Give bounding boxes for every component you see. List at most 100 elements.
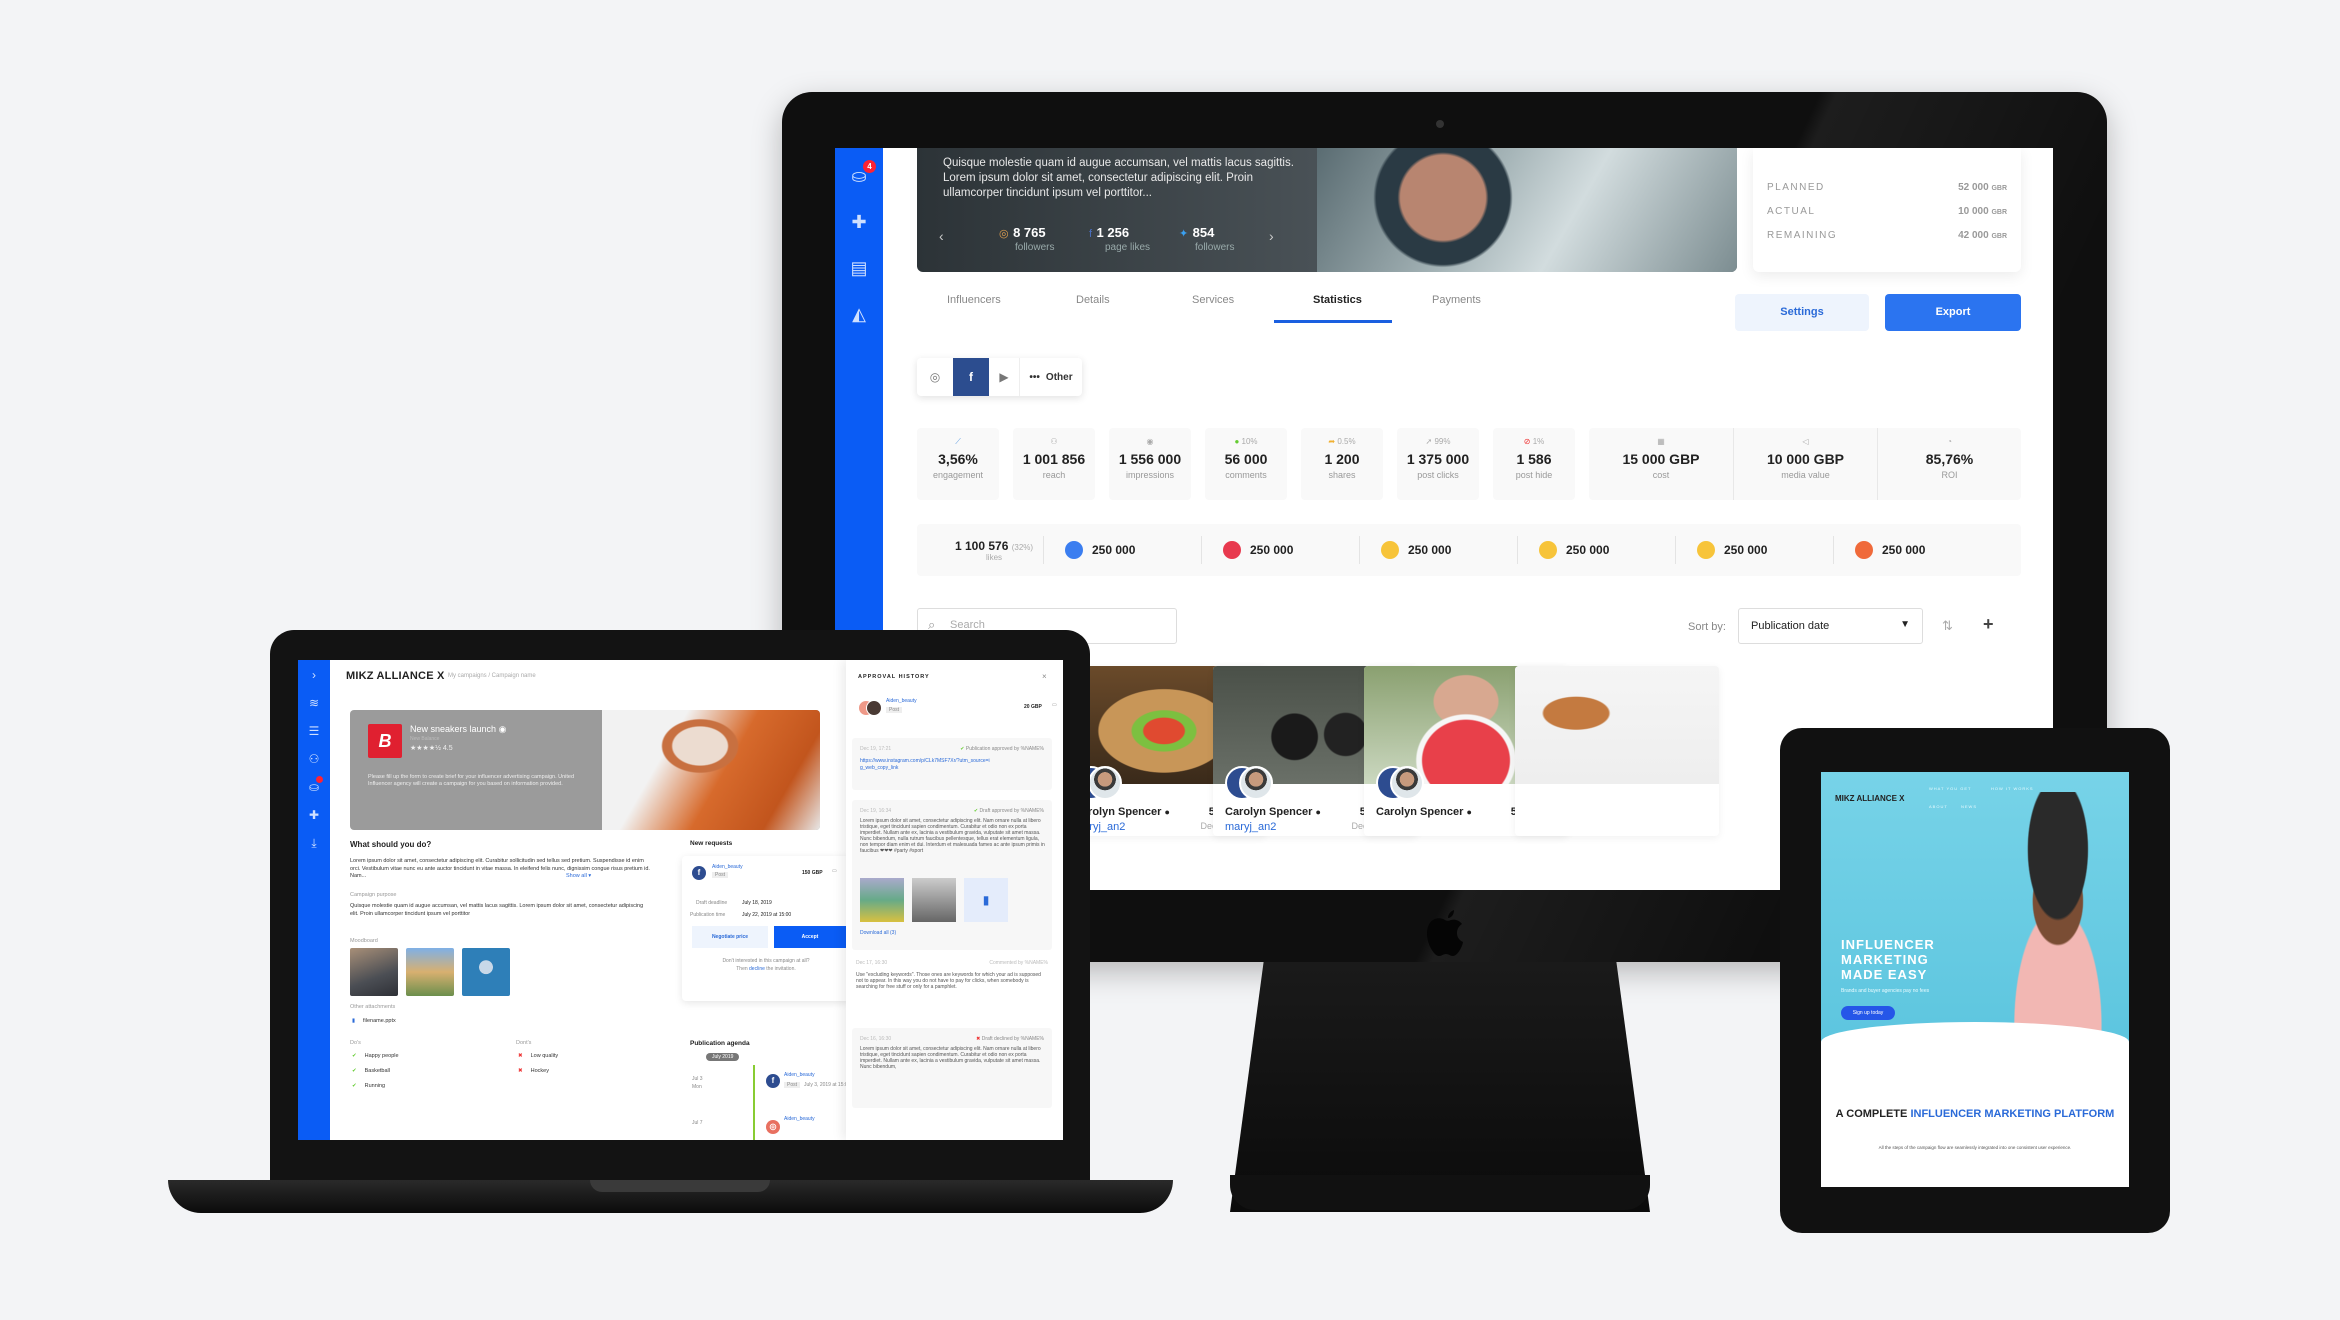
nav-link[interactable]: NEWS [1961, 804, 1977, 809]
comment-icon[interactable]: ▭ [832, 868, 837, 874]
hero-photo-swimmer [1317, 148, 1737, 272]
approval-entry: Dec 16, 16:30 ✖ Draft declined by %NAME%… [852, 1028, 1052, 1108]
export-button[interactable]: Export [1885, 294, 2021, 331]
layers-icon[interactable]: ≋ [304, 696, 324, 710]
angry-reaction-icon [1855, 541, 1873, 559]
check-icon: ✔ [352, 1068, 357, 1074]
puzzle-icon: ✚ [851, 212, 867, 232]
download-icon[interactable]: ⤓ [304, 836, 324, 851]
dont-item: ✖ Low quality [518, 1053, 559, 1059]
approval-entry: Dec 19, 16:34 ✔ Draft approved by %NAME%… [852, 800, 1052, 950]
budget-planned: PLANNED 52 000 GBR [1767, 182, 2007, 193]
hero-photo-woman [1971, 792, 2129, 1052]
inbox-icon[interactable]: ⛀ [304, 776, 324, 794]
hero-stat-instagram: ◎ 8 765 followers [999, 225, 1055, 253]
dont-item: ✖ Hockey [518, 1068, 549, 1074]
publication-link[interactable]: https://www.instagram.com/p/CLk7MSF7Xr/?… [860, 758, 990, 772]
hero-headline: INFLUENCER MARKETING MADE EASY [1841, 937, 1935, 982]
financial-stats-card: ▦ 15 000 GBP cost ◁ 10 000 GBP media value ◔ 85… [1589, 428, 2021, 500]
moodboard-image[interactable] [462, 948, 510, 996]
hero-subline: Brands and buyer agencies pay no fees [1841, 988, 1930, 994]
settings-button[interactable]: Settings [1735, 294, 1869, 331]
stat-cell: ◁ 10 000 GBP media value [1733, 428, 1877, 500]
sort-select[interactable]: Publication date ▼ [1738, 608, 1923, 644]
comment-icon[interactable]: ▭ [1052, 702, 1057, 708]
agenda-weekday: Mon [692, 1084, 702, 1090]
stat-card: ➚ 99% 1 375 000 post clicks [1397, 428, 1479, 500]
tab-payments[interactable]: Payments [1432, 294, 1481, 306]
wow-reaction-icon [1381, 541, 1399, 559]
hero-description: Quisque molestie quam id augue accumsan,… [943, 157, 1294, 199]
campaign-rating: ★★★★½ 4.5 [410, 745, 453, 752]
platform-other[interactable]: ••• Other [1019, 358, 1082, 396]
expand-icon[interactable]: › [304, 668, 324, 682]
facebook-avatar-icon: f [766, 1074, 780, 1088]
post-handle-link[interactable]: maryj_an2 [1225, 821, 1276, 833]
attachment-file[interactable]: ▮ filename.pptx [352, 1018, 396, 1024]
approval-type-badge: Post [886, 707, 903, 713]
negotiate-price-button[interactable]: Negotiate price [692, 926, 768, 948]
do-item: ✔ Basketball [352, 1068, 390, 1074]
what-should-text: Lorem ipsum dolor sit amet, consectetur … [350, 858, 650, 879]
sort-order-icon[interactable]: ⇅ [1942, 618, 1953, 634]
agenda-user-link[interactable]: Aiden_beauty [784, 1116, 815, 1122]
tab-influencers[interactable]: Influencers [947, 294, 1001, 306]
tab-services[interactable]: Services [1192, 294, 1234, 306]
like-reaction-icon [1065, 541, 1083, 559]
request-user-link[interactable]: Aiden_beauty [712, 864, 743, 870]
puzzle-icon[interactable]: ✚ [304, 808, 324, 822]
youtube-icon: ▶ [999, 370, 1009, 384]
approval-user-link[interactable]: Aiden_beauty [886, 698, 917, 704]
nav-link[interactable]: WHAT YOU GET [1929, 786, 1971, 791]
nav-link[interactable]: ABOUT [1929, 804, 1948, 809]
request-card: f Aiden_beauty Post 150 GBP ▭ Draft dead… [682, 856, 850, 1001]
sidebar-item-wallet[interactable]: ▤ [847, 258, 871, 278]
sidebar-item-statistics[interactable]: ◭ [847, 304, 871, 324]
platform-instagram[interactable]: ◎ [917, 358, 953, 396]
wallet-icon: ▤ [850, 258, 868, 278]
tab-details[interactable]: Details [1076, 294, 1110, 306]
nav-link[interactable]: HOW IT WORKS [1991, 786, 2034, 791]
eye-icon: ◉ [498, 724, 507, 734]
reaction-count: 250 000 [1855, 524, 1925, 576]
check-icon: ✔ [352, 1083, 357, 1089]
download-all-link[interactable]: Download all (3) [860, 930, 896, 936]
file-icon[interactable]: ▮ [964, 878, 1008, 922]
decline-text: Don't interested in this campaign at all… [722, 958, 810, 964]
menu-icon[interactable]: ☰ [304, 724, 324, 738]
sign-up-button[interactable]: Sign up today [1841, 1006, 1895, 1020]
add-button[interactable]: + [1983, 614, 1994, 635]
purpose-label: Campaign purpose [350, 892, 397, 898]
decline-link[interactable]: decline [749, 966, 765, 972]
cross-icon: ✖ [976, 1036, 981, 1042]
draft-image[interactable] [912, 878, 956, 922]
laptop-screen-campaign: › ≋ ☰ ⚇ ⛀ ✚ ⤓ MIKZ ALLIANCE X My campaig… [298, 660, 1063, 1140]
agenda-user-link[interactable]: Aiden_beauty [784, 1072, 815, 1078]
show-all-link[interactable]: Show all ▾ [566, 873, 591, 881]
agenda-time: July 3, 2019 at 15:00 [804, 1082, 851, 1088]
platform-facebook[interactable]: f [953, 358, 989, 396]
avatar [866, 700, 882, 716]
moodboard-image[interactable] [350, 948, 398, 996]
facebook-icon: f [1089, 228, 1093, 240]
cross-icon: ✖ [518, 1068, 523, 1074]
accept-button[interactable]: Accept [774, 926, 846, 948]
tab-statistics[interactable]: Statistics [1313, 294, 1362, 306]
hero-next-button[interactable]: › [1269, 228, 1274, 244]
close-icon[interactable]: × [1042, 672, 1047, 681]
dos-label: Do's [350, 1040, 361, 1046]
sidebar-item-integrations[interactable]: ✚ [847, 212, 871, 232]
sidebar-item-inbox[interactable]: ⛀ 4 [847, 160, 876, 186]
moodboard-image[interactable] [406, 948, 454, 996]
platform-youtube[interactable]: ▶ [989, 358, 1019, 396]
donts-label: Dont's [516, 1040, 532, 1046]
imac-camera [1436, 120, 1444, 128]
laptop-notch [590, 1180, 770, 1192]
post-card[interactable] [1515, 666, 1719, 836]
hero-prev-button[interactable]: ‹ [939, 228, 944, 244]
draft-image[interactable] [860, 878, 904, 922]
users-icon[interactable]: ⚇ [304, 752, 324, 766]
ban-icon: ⊘ [1523, 437, 1531, 446]
pointer-icon: ➚ [1425, 437, 1433, 446]
breadcrumb: My campaigns / Campaign name [448, 673, 536, 679]
